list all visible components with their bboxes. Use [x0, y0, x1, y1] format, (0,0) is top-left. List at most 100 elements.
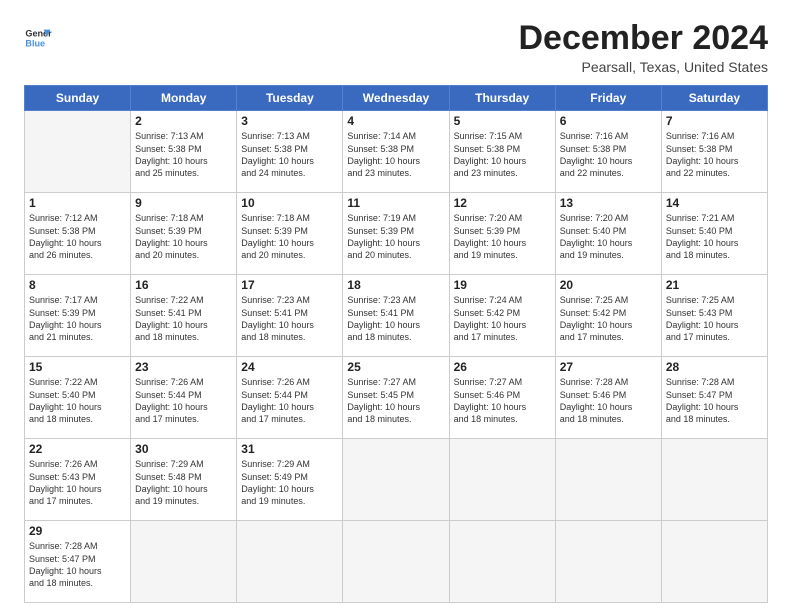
dow-header: Saturday: [661, 86, 767, 111]
day-info: Sunrise: 7:26 AMSunset: 5:44 PMDaylight:…: [241, 376, 338, 425]
calendar-cell: 10 Sunrise: 7:18 AMSunset: 5:39 PMDayligh…: [237, 193, 343, 275]
day-info: Sunrise: 7:16 AMSunset: 5:38 PMDaylight:…: [666, 130, 763, 179]
day-info: Sunrise: 7:22 AMSunset: 5:40 PMDaylight:…: [29, 376, 126, 425]
page: General Blue December 2024 Pearsall, Tex…: [0, 0, 792, 612]
day-info: Sunrise: 7:15 AMSunset: 5:38 PMDaylight:…: [454, 130, 551, 179]
day-number: 7: [666, 114, 763, 128]
calendar-cell: 6Sunrise: 7:16 AMSunset: 5:38 PMDaylight…: [555, 111, 661, 193]
calendar-cell: 29 Sunrise: 7:28 AMSunset: 5:47 PMDayligh…: [25, 521, 131, 603]
day-number: 16: [135, 278, 232, 292]
day-number: 4: [347, 114, 444, 128]
calendar-cell: 15 Sunrise: 7:22 AMSunset: 5:40 PMDayligh…: [25, 357, 131, 439]
day-info: Sunrise: 7:19 AMSunset: 5:39 PMDaylight:…: [347, 212, 444, 261]
day-info: Sunrise: 7:29 AMSunset: 5:49 PMDaylight:…: [241, 458, 338, 507]
calendar-cell: [555, 521, 661, 603]
logo-icon: General Blue: [24, 24, 52, 52]
day-number: 12: [454, 196, 551, 210]
day-number: 23: [135, 360, 232, 374]
day-info: Sunrise: 7:28 AMSunset: 5:47 PMDaylight:…: [29, 540, 126, 589]
calendar-cell: 11 Sunrise: 7:19 AMSunset: 5:39 PMDayligh…: [343, 193, 449, 275]
day-number: 22: [29, 442, 126, 456]
day-number: 28: [666, 360, 763, 374]
day-info: Sunrise: 7:16 AMSunset: 5:38 PMDaylight:…: [560, 130, 657, 179]
day-info: Sunrise: 7:17 AMSunset: 5:39 PMDaylight:…: [29, 294, 126, 343]
calendar-cell: 2Sunrise: 7:13 AMSunset: 5:38 PMDaylight…: [131, 111, 237, 193]
calendar: SundayMondayTuesdayWednesdayThursdayFrid…: [24, 85, 768, 603]
day-number: 15: [29, 360, 126, 374]
day-number: 31: [241, 442, 338, 456]
calendar-cell: [449, 439, 555, 521]
day-number: 8: [29, 278, 126, 292]
dow-header: Sunday: [25, 86, 131, 111]
day-number: 18: [347, 278, 444, 292]
day-info: Sunrise: 7:18 AMSunset: 5:39 PMDaylight:…: [241, 212, 338, 261]
day-number: 29: [29, 524, 126, 538]
calendar-cell: [131, 521, 237, 603]
day-number: 2: [135, 114, 232, 128]
day-info: Sunrise: 7:24 AMSunset: 5:42 PMDaylight:…: [454, 294, 551, 343]
day-info: Sunrise: 7:28 AMSunset: 5:47 PMDaylight:…: [666, 376, 763, 425]
day-number: 10: [241, 196, 338, 210]
calendar-cell: [661, 439, 767, 521]
day-number: 13: [560, 196, 657, 210]
title-block: December 2024 Pearsall, Texas, United St…: [518, 20, 768, 75]
calendar-cell: [25, 111, 131, 193]
calendar-cell: 17Sunrise: 7:23 AMSunset: 5:41 PMDayligh…: [237, 275, 343, 357]
calendar-cell: 31 Sunrise: 7:29 AMSunset: 5:49 PMDayligh…: [237, 439, 343, 521]
day-info: Sunrise: 7:28 AMSunset: 5:46 PMDaylight:…: [560, 376, 657, 425]
day-info: Sunrise: 7:26 AMSunset: 5:43 PMDaylight:…: [29, 458, 126, 507]
calendar-cell: 16 Sunrise: 7:22 AMSunset: 5:41 PMDayligh…: [131, 275, 237, 357]
day-info: Sunrise: 7:14 AMSunset: 5:38 PMDaylight:…: [347, 130, 444, 179]
calendar-cell: 1 Sunrise: 7:12 AMSunset: 5:38 PMDaylight…: [25, 193, 131, 275]
calendar-cell: 12Sunrise: 7:20 AMSunset: 5:39 PMDayligh…: [449, 193, 555, 275]
day-number: 27: [560, 360, 657, 374]
calendar-cell: 21 Sunrise: 7:25 AMSunset: 5:43 PMDayligh…: [661, 275, 767, 357]
calendar-cell: [555, 439, 661, 521]
calendar-cell: [237, 521, 343, 603]
dow-header: Wednesday: [343, 86, 449, 111]
day-number: 26: [454, 360, 551, 374]
calendar-cell: 22 Sunrise: 7:26 AMSunset: 5:43 PMDayligh…: [25, 439, 131, 521]
day-number: 24: [241, 360, 338, 374]
day-info: Sunrise: 7:26 AMSunset: 5:44 PMDaylight:…: [135, 376, 232, 425]
day-info: Sunrise: 7:20 AMSunset: 5:40 PMDaylight:…: [560, 212, 657, 261]
day-info: Sunrise: 7:29 AMSunset: 5:48 PMDaylight:…: [135, 458, 232, 507]
calendar-cell: [343, 439, 449, 521]
day-number: 30: [135, 442, 232, 456]
calendar-cell: 30 Sunrise: 7:29 AMSunset: 5:48 PMDayligh…: [131, 439, 237, 521]
day-info: Sunrise: 7:22 AMSunset: 5:41 PMDaylight:…: [135, 294, 232, 343]
calendar-cell: 27 Sunrise: 7:28 AMSunset: 5:46 PMDayligh…: [555, 357, 661, 439]
calendar-cell: 19 Sunrise: 7:24 AMSunset: 5:42 PMDayligh…: [449, 275, 555, 357]
day-info: Sunrise: 7:25 AMSunset: 5:43 PMDaylight:…: [666, 294, 763, 343]
day-info: Sunrise: 7:23 AMSunset: 5:41 PMDaylight:…: [241, 294, 338, 343]
day-number: 1: [29, 196, 126, 210]
day-info: Sunrise: 7:18 AMSunset: 5:39 PMDaylight:…: [135, 212, 232, 261]
day-number: 19: [454, 278, 551, 292]
calendar-cell: 20Sunrise: 7:25 AMSunset: 5:42 PMDayligh…: [555, 275, 661, 357]
calendar-cell: 8 Sunrise: 7:17 AMSunset: 5:39 PMDaylight…: [25, 275, 131, 357]
logo: General Blue: [24, 24, 56, 52]
calendar-cell: 25Sunrise: 7:27 AMSunset: 5:45 PMDayligh…: [343, 357, 449, 439]
calendar-cell: [343, 521, 449, 603]
day-number: 9: [135, 196, 232, 210]
day-number: 3: [241, 114, 338, 128]
dow-header: Thursday: [449, 86, 555, 111]
day-number: 25: [347, 360, 444, 374]
calendar-cell: [661, 521, 767, 603]
day-number: 5: [454, 114, 551, 128]
day-number: 14: [666, 196, 763, 210]
calendar-cell: 7 Sunrise: 7:16 AMSunset: 5:38 PMDaylight…: [661, 111, 767, 193]
dow-header: Friday: [555, 86, 661, 111]
calendar-cell: 26 Sunrise: 7:27 AMSunset: 5:46 PMDayligh…: [449, 357, 555, 439]
day-info: Sunrise: 7:12 AMSunset: 5:38 PMDaylight:…: [29, 212, 126, 261]
calendar-cell: 9 Sunrise: 7:18 AMSunset: 5:39 PMDaylight…: [131, 193, 237, 275]
calendar-cell: [449, 521, 555, 603]
svg-text:Blue: Blue: [25, 38, 45, 48]
day-number: 11: [347, 196, 444, 210]
calendar-cell: 14Sunrise: 7:21 AMSunset: 5:40 PMDayligh…: [661, 193, 767, 275]
dow-header: Monday: [131, 86, 237, 111]
day-info: Sunrise: 7:27 AMSunset: 5:46 PMDaylight:…: [454, 376, 551, 425]
day-number: 21: [666, 278, 763, 292]
dow-header: Tuesday: [237, 86, 343, 111]
calendar-cell: 28 Sunrise: 7:28 AMSunset: 5:47 PMDayligh…: [661, 357, 767, 439]
